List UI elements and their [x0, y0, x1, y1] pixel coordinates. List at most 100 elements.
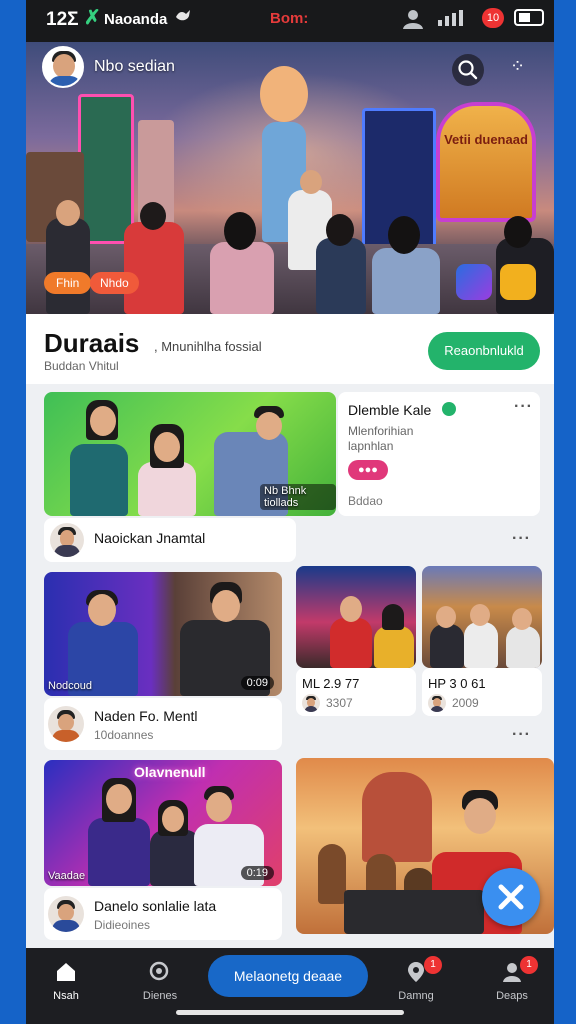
nav-discover[interactable]: Dienes: [130, 960, 190, 1002]
video-subtitle: 10doannes: [94, 728, 154, 742]
video-info[interactable]: Naden Fo. Mentl 10doannes: [44, 698, 282, 750]
nav-groups-label: Deaps: [496, 990, 528, 1002]
video-info[interactable]: ML 2.9 77 3307: [296, 668, 416, 716]
bottom-nav: Nsah Dienes Melaonetg deaae Damng 1 Deap…: [26, 948, 554, 1024]
page-meta: Buddan Vhitul: [44, 359, 119, 373]
more-options-icon[interactable]: ···: [512, 530, 531, 548]
bird-icon: [176, 10, 190, 21]
signal-icon: [438, 10, 463, 26]
video-thumbnail[interactable]: Nodcoud 0:09: [44, 572, 282, 696]
laptop: [344, 890, 484, 934]
nav-groups[interactable]: Deaps 1: [482, 956, 542, 1002]
crowd-head: [140, 202, 166, 230]
video-thumbnail[interactable]: [422, 566, 542, 668]
crowd-person: [46, 218, 90, 314]
video-tag: Nodcoud: [48, 680, 93, 692]
hero-tag-pill-live[interactable]: Nhdo: [90, 272, 139, 294]
creator-avatar: [428, 694, 446, 712]
groups-badge: 1: [520, 956, 538, 974]
sparkle-menu-icon[interactable]: ⁘: [510, 56, 526, 77]
featured-side-desc: Mlenforihian lapnhlan: [348, 424, 414, 453]
nav-main-button[interactable]: Melaonetg deaae: [208, 955, 368, 997]
crowd-head: [224, 212, 256, 250]
crowd-head: [56, 200, 80, 226]
host-avatar[interactable]: [42, 46, 84, 88]
phone-screen: 12Σ ✗ Naoanda Bom: 10 Vetii duenaad Nbo …: [26, 0, 554, 1024]
featured-side-card[interactable]: Dlemble Kale ··· Mlenforihian lapnhlan ●…: [338, 392, 540, 516]
more-options-icon[interactable]: ···: [514, 398, 533, 416]
follow-button[interactable]: Reaonbnlukld: [428, 332, 540, 370]
creator-avatar: [302, 694, 320, 712]
featured-thumb-tag: Nb Bhnk tiollads: [260, 484, 336, 510]
author-name: Naoickan Jnamtal: [94, 530, 206, 546]
bonus-app-icon[interactable]: [500, 264, 536, 300]
crowd-person: [372, 248, 440, 314]
author-avatar: [50, 523, 84, 557]
brand-icon: ✗: [84, 7, 101, 29]
featured-thumbnail[interactable]: Nb Bhnk tiollads: [44, 392, 336, 516]
pagoda: [362, 772, 432, 862]
video-title: Danelo sonlalie lata: [94, 898, 217, 914]
video-duration: 0:09: [240, 676, 274, 690]
hero-banner[interactable]: Vetii duenaad Nbo sedian ⁘ Fhin Nhdo: [26, 42, 554, 314]
game-app-icon[interactable]: [456, 264, 492, 300]
nav-gaming-label: Damng: [398, 990, 434, 1002]
video-info[interactable]: Danelo sonlalie lata Didieoines: [44, 888, 282, 940]
festival-signboard: Vetii duenaad: [436, 102, 536, 222]
verified-icon: [442, 402, 456, 416]
creator-avatar: [48, 706, 84, 742]
video-title: ML 2.9 77: [302, 676, 360, 691]
video-title: HP 3 0 61: [428, 676, 486, 691]
video-thumbnail[interactable]: Olavnenull Vaadae 0:19: [44, 760, 282, 886]
battery-icon: [514, 9, 544, 26]
status-carrier: Naoanda: [104, 11, 168, 28]
creator-avatar: [48, 896, 84, 932]
close-icon: [498, 884, 524, 910]
discover-icon: [149, 961, 169, 981]
search-button[interactable]: [452, 54, 484, 86]
more-options-icon[interactable]: ···: [512, 726, 531, 744]
video-title: Naden Fo. Mentl: [94, 708, 198, 724]
status-bar: 12Σ ✗ Naoanda Bom: 10: [26, 0, 554, 42]
search-icon: [458, 60, 478, 80]
nav-home-label: Nsah: [53, 990, 79, 1002]
video-thumbnail[interactable]: [296, 566, 416, 668]
featured-side-stat: Bddao: [348, 494, 383, 508]
neon-building-left: [78, 94, 134, 244]
video-stat: 2009: [452, 696, 479, 710]
channel-title-card: Duraais , Mnunihlha fossial Buddan Vhitu…: [26, 314, 554, 384]
video-tag: Vaadae: [48, 870, 86, 882]
author-row[interactable]: Naoickan Jnamtal: [44, 518, 296, 562]
crowd-head: [300, 170, 322, 194]
hero-tag-pill[interactable]: Fhin: [44, 272, 92, 294]
notification-badge[interactable]: 10: [482, 8, 504, 28]
crowd-head: [388, 216, 420, 254]
nav-gaming[interactable]: Damng 1: [386, 956, 446, 1002]
gaming-badge: 1: [424, 956, 442, 974]
featured-side-title: Dlemble Kale: [348, 402, 432, 418]
neon-banner-text: Olavnenull: [134, 764, 206, 780]
crowd-head: [504, 216, 532, 248]
crowd-person: [124, 222, 184, 314]
home-indicator: [176, 1010, 404, 1015]
video-duration: 0:19: [240, 866, 274, 880]
host-name[interactable]: Nbo sedian: [94, 58, 175, 76]
status-center-text: Bom:: [270, 10, 309, 27]
featured-side-pill[interactable]: ●●●: [348, 460, 388, 480]
video-subtitle: Didieoines: [94, 918, 151, 932]
status-time: 12Σ: [46, 9, 79, 30]
crowd-person: [316, 238, 366, 314]
video-info[interactable]: HP 3 0 61 2009: [422, 668, 542, 716]
close-button[interactable]: [482, 868, 540, 926]
nav-home[interactable]: Nsah: [36, 960, 96, 1002]
home-icon: [57, 963, 75, 981]
page-title: Duraais: [44, 328, 140, 358]
crowd-person: [210, 242, 274, 314]
nav-discover-label: Dienes: [142, 990, 178, 1002]
page-subtitle: , Mnunihlha fossial: [154, 339, 262, 354]
crowd-head: [326, 214, 354, 246]
profile-icon: [403, 10, 423, 29]
video-stat: 3307: [326, 696, 353, 710]
signboard-text: Vetii duenaad: [444, 132, 528, 147]
mascot-statue-head: [260, 66, 308, 122]
